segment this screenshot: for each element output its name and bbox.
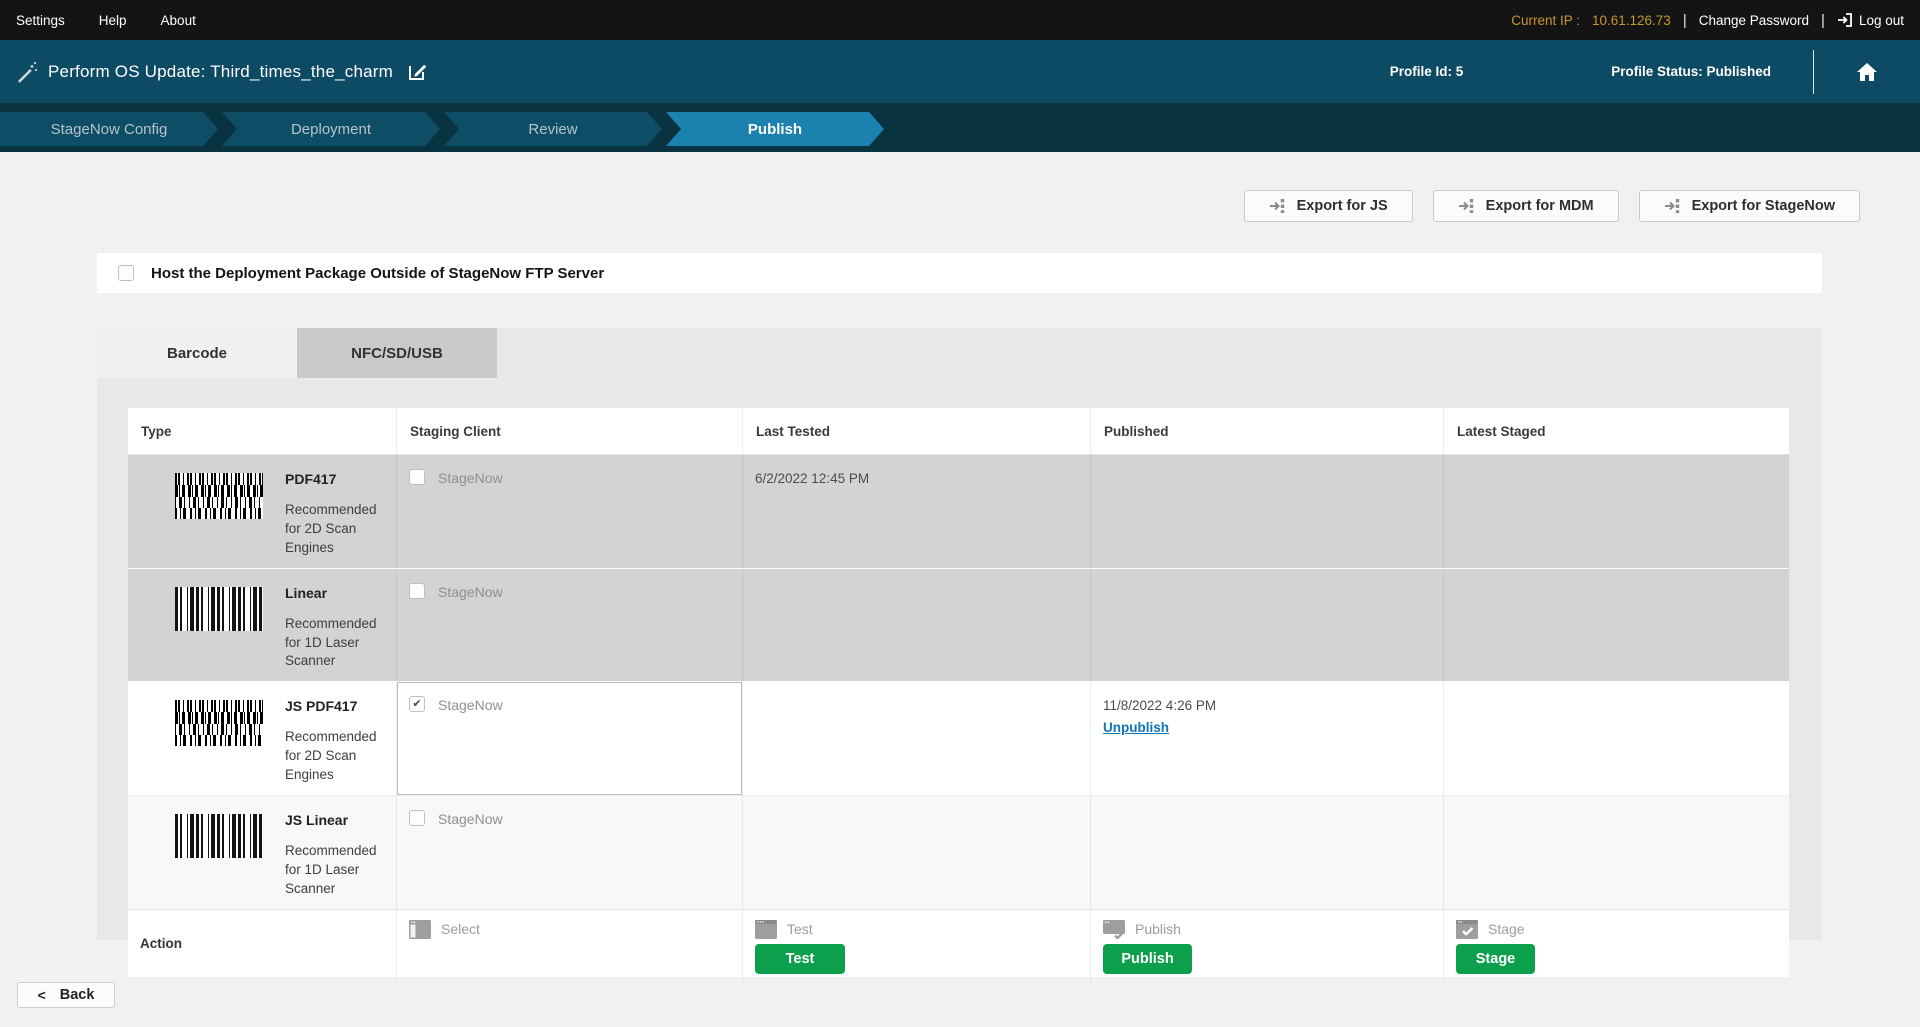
- col-type: Type: [128, 408, 397, 454]
- pdf417-barcode-image: [175, 700, 263, 746]
- type-desc: Recommended for 2D Scan Engines: [285, 501, 384, 558]
- wizard-step-publish[interactable]: Publish: [666, 112, 884, 146]
- latest-staged-cell: [1444, 569, 1789, 682]
- logout-icon: [1837, 12, 1853, 28]
- export-stagenow-button[interactable]: Export for StageNow: [1639, 190, 1860, 222]
- tab-barcode[interactable]: Barcode: [97, 328, 297, 378]
- last-tested-cell: [743, 569, 1091, 682]
- wizard-steps: StageNow Config Deployment Review Publis…: [0, 103, 1920, 152]
- current-ip-value: 10.61.126.73: [1592, 13, 1671, 28]
- wizard-step-stagenow-config[interactable]: StageNow Config: [0, 112, 218, 146]
- wand-icon: [16, 61, 38, 83]
- stagenow-checkbox[interactable]: [409, 810, 425, 826]
- type-name: JS PDF417: [285, 698, 384, 714]
- table-header: Type Staging Client Last Tested Publishe…: [128, 408, 1789, 455]
- test-icon: [755, 920, 777, 939]
- unpublish-link[interactable]: Unpublish: [1103, 720, 1169, 735]
- type-name: PDF417: [285, 471, 384, 487]
- menu-help[interactable]: Help: [99, 13, 127, 28]
- col-last-tested: Last Tested: [743, 408, 1091, 454]
- table-row-pdf417: PDF417 Recommended for 2D Scan Engines S…: [128, 455, 1789, 569]
- barcode-table: Type Staging Client Last Tested Publishe…: [128, 408, 1789, 977]
- action-label: Action: [128, 910, 397, 982]
- last-tested-cell: [743, 682, 1091, 795]
- last-tested-value: 6/2/2022 12:45 PM: [743, 455, 1091, 568]
- published-cell: [1091, 796, 1444, 909]
- staging-client-label: StageNow: [438, 584, 503, 600]
- type-name: JS Linear: [285, 812, 384, 828]
- type-desc: Recommended for 2D Scan Engines: [285, 728, 384, 785]
- stage-label: Stage: [1488, 921, 1525, 937]
- export-icon: [1269, 198, 1287, 214]
- host-package-panel: Host the Deployment Package Outside of S…: [97, 253, 1822, 293]
- home-button[interactable]: [1814, 61, 1920, 83]
- stagenow-checkbox[interactable]: [409, 696, 425, 712]
- staging-client-label: StageNow: [438, 697, 503, 713]
- menu-settings[interactable]: Settings: [16, 13, 65, 28]
- staging-client-label: StageNow: [438, 470, 503, 486]
- divider: |: [1683, 12, 1687, 29]
- last-tested-cell: [743, 796, 1091, 909]
- title-bar: Perform OS Update: Third_times_the_charm…: [0, 40, 1920, 103]
- staging-client-label: StageNow: [438, 811, 503, 827]
- publish-button[interactable]: Publish: [1103, 944, 1192, 974]
- back-button[interactable]: < Back: [17, 982, 115, 1008]
- latest-staged-cell: [1444, 455, 1789, 568]
- export-icon: [1664, 198, 1682, 214]
- col-staging-client: Staging Client: [397, 408, 743, 454]
- latest-staged-cell: [1444, 682, 1789, 795]
- profile-id: Profile Id: 5: [1390, 64, 1464, 79]
- type-desc: Recommended for 1D Laser Scanner: [285, 615, 384, 672]
- top-menu-bar: Settings Help About Current IP : 10.61.1…: [0, 0, 1920, 40]
- export-js-button[interactable]: Export for JS: [1244, 190, 1413, 222]
- profile-status: Profile Status: Published: [1611, 64, 1771, 79]
- wizard-step-review[interactable]: Review: [444, 112, 662, 146]
- page-title: Perform OS Update: Third_times_the_charm: [48, 62, 393, 82]
- select-icon: [409, 920, 431, 939]
- export-mdm-button[interactable]: Export for MDM: [1433, 190, 1619, 222]
- change-password-link[interactable]: Change Password: [1699, 13, 1809, 28]
- published-cell: [1091, 455, 1444, 568]
- divider: |: [1821, 12, 1825, 29]
- home-icon: [1855, 61, 1879, 83]
- latest-staged-cell: [1444, 796, 1789, 909]
- stagenow-checkbox[interactable]: [409, 469, 425, 485]
- published-cell: 11/8/2022 4:26 PM Unpublish: [1091, 682, 1444, 795]
- table-row-js-linear: JS Linear Recommended for 1D Laser Scann…: [128, 796, 1789, 909]
- table-row-js-pdf417: JS PDF417 Recommended for 2D Scan Engine…: [128, 682, 1789, 796]
- stagenow-checkbox[interactable]: [409, 583, 425, 599]
- host-package-checkbox[interactable]: [118, 265, 134, 281]
- action-row: Action Select Test Test: [128, 909, 1789, 977]
- stage-button[interactable]: Stage: [1456, 944, 1535, 974]
- delivery-tabs: Barcode NFC/SD/USB: [97, 328, 1822, 378]
- published-cell: [1091, 569, 1444, 682]
- menu-about[interactable]: About: [161, 13, 196, 28]
- host-package-label: Host the Deployment Package Outside of S…: [151, 265, 604, 282]
- select-label: Select: [441, 921, 480, 937]
- top-menu: Settings Help About: [16, 13, 196, 28]
- publish-icon: [1103, 920, 1125, 939]
- col-latest-staged: Latest Staged: [1444, 408, 1789, 454]
- export-icon: [1458, 198, 1476, 214]
- linear-barcode-image: [175, 587, 263, 631]
- publish-panel: Barcode NFC/SD/USB Type Staging Client L…: [97, 328, 1822, 940]
- export-button-row: Export for JS Export for MDM Export for …: [0, 190, 1860, 222]
- wizard-step-deployment[interactable]: Deployment: [222, 112, 440, 146]
- logout-button[interactable]: Log out: [1837, 12, 1904, 28]
- published-date: 11/8/2022 4:26 PM: [1103, 698, 1431, 713]
- chevron-left-icon: <: [38, 987, 46, 1003]
- type-desc: Recommended for 1D Laser Scanner: [285, 842, 384, 899]
- publish-label: Publish: [1135, 921, 1181, 937]
- pdf417-barcode-image: [175, 473, 263, 519]
- table-row-linear: Linear Recommended for 1D Laser Scanner …: [128, 569, 1789, 683]
- test-label: Test: [787, 921, 813, 937]
- type-name: Linear: [285, 585, 384, 601]
- current-ip-label: Current IP :: [1511, 13, 1580, 28]
- linear-barcode-image: [175, 814, 263, 858]
- test-button[interactable]: Test: [755, 944, 845, 974]
- tab-nfc-sd-usb[interactable]: NFC/SD/USB: [297, 328, 497, 378]
- col-published: Published: [1091, 408, 1444, 454]
- edit-profile-icon[interactable]: [407, 61, 428, 82]
- stage-icon: [1456, 920, 1478, 939]
